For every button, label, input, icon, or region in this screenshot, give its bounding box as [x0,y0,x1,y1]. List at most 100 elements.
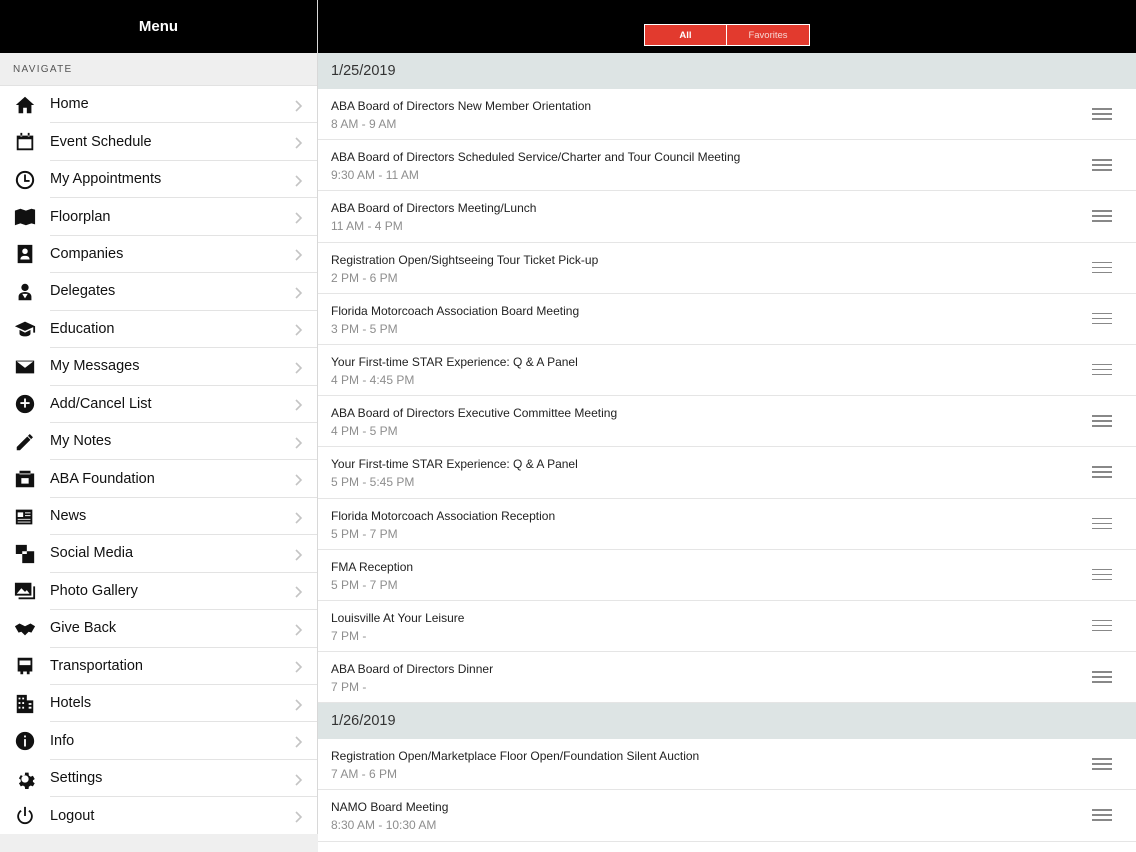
tab-favorites[interactable]: Favorites [727,24,810,46]
building-icon [0,685,50,722]
event-row[interactable]: Registration Open/Marketplace Floor Open… [318,739,1136,791]
event-row[interactable]: NAMO Board Meeting 8:30 AM - 10:30 AM [318,790,1136,842]
sidebar-item-label: Give Back [50,610,317,648]
event-time: 9:30 AM - 11 AM [331,168,419,183]
event-title: ABA Board of Directors Executive Committ… [331,406,618,421]
sidebar-item-settings[interactable]: Settings [0,760,317,798]
sidebar-item-label: Settings [50,760,317,798]
sidebar-item-aba-foundation[interactable]: ABA Foundation [0,460,317,498]
event-time: 11 AM - 4 PM [331,219,403,234]
event-title: Registration Open/Sightseeing Tour Ticke… [331,252,599,267]
sidebar-item-label: Floorplan [50,198,317,236]
sidebar-item-my-messages[interactable]: My Messages [0,348,317,386]
event-title: Florida Motorcoach Association Reception [331,508,556,523]
sidebar-item-hotels[interactable]: Hotels [0,685,317,723]
sidebar-item-label: My Messages [50,348,317,386]
event-row[interactable]: Florida Motorcoach Association Reception… [318,499,1136,550]
chevron-right-icon [295,473,303,486]
event-title: ABA Board of Directors Meeting/Lunch [331,201,537,216]
reorder-handle-icon[interactable] [1092,758,1112,770]
sidebar-header: Menu [0,0,317,53]
event-time: 4 PM - 5 PM [331,424,398,439]
sidebar-item-social-media[interactable]: Social Media [0,535,317,573]
sidebar-item-label: Transportation [50,648,317,685]
power-icon [0,798,50,835]
sidebar-item-add-cancel-list[interactable]: Add/Cancel List [0,386,317,423]
reorder-handle-icon[interactable] [1092,108,1112,120]
home-icon [0,86,50,123]
reorder-handle-icon[interactable] [1092,159,1112,171]
sidebar-item-my-appointments[interactable]: My Appointments [0,161,317,199]
sidebar-item-label: Photo Gallery [50,573,317,611]
event-time: 8:30 AM - 10:30 AM [331,818,437,833]
chevron-right-icon [295,623,303,636]
schedule-list[interactable]: 1/25/2019 ABA Board of Directors New Memb… [318,53,1136,842]
sidebar-title: Menu [138,18,179,35]
sidebar-item-label: My Appointments [50,161,317,199]
event-title: Florida Motorcoach Association Board Mee… [331,303,580,318]
sidebar-item-label: Social Media [50,535,317,573]
sidebar-item-info[interactable]: Info [0,722,317,760]
event-row[interactable]: Registration Open/Sightseeing Tour Ticke… [318,243,1136,294]
sidebar-item-floorplan[interactable]: Floorplan [0,198,317,236]
reorder-handle-icon[interactable] [1092,671,1112,683]
sidebar-item-give-back[interactable]: Give Back [0,610,317,648]
reorder-handle-icon[interactable] [1092,809,1112,821]
sidebar-footer [0,834,318,852]
sidebar-item-label: Delegates [50,273,317,311]
event-row[interactable]: Your First-time STAR Experience: Q & A P… [318,447,1136,499]
event-time: 3 PM - 5 PM [331,321,398,336]
chevron-right-icon [295,174,303,187]
event-time: 5 PM - 7 PM [331,526,398,541]
event-time: 7 PM - [331,680,367,695]
event-row[interactable]: Your First-time STAR Experience: Q & A P… [318,345,1136,397]
sidebar-item-companies[interactable]: Companies [0,236,317,274]
sidebar-item-delegates[interactable]: Delegates [0,273,317,311]
event-row[interactable]: ABA Board of Directors Dinner 7 PM - [318,652,1136,704]
event-title: NAMO Board Meeting [331,800,449,815]
address-book-icon [0,236,50,273]
reorder-handle-icon[interactable] [1092,619,1112,632]
event-row[interactable]: ABA Board of Directors Meeting/Lunch 11 A… [318,191,1136,243]
event-row[interactable]: Florida Motorcoach Association Board Mee… [318,294,1136,345]
sidebar-item-logout[interactable]: Logout [0,797,317,834]
reorder-handle-icon[interactable] [1092,363,1112,376]
photo-gallery-icon [0,573,50,610]
reorder-handle-icon[interactable] [1092,466,1112,478]
chevron-right-icon [295,735,303,748]
pencil-icon [0,423,50,460]
reorder-handle-icon[interactable] [1092,312,1112,325]
reorder-handle-icon[interactable] [1092,261,1112,274]
sidebar-item-my-notes[interactable]: My Notes [0,423,317,461]
sidebar-item-education[interactable]: Education [0,311,317,349]
chevron-right-icon [295,248,303,262]
event-row[interactable]: ABA Board of Directors Executive Committ… [318,396,1136,448]
reorder-handle-icon[interactable] [1092,568,1112,581]
chevron-right-icon [295,286,303,299]
add-cancel-icon [0,386,50,423]
sidebar-item-home[interactable]: Home [0,86,317,124]
sidebar-item-photo-gallery[interactable]: Photo Gallery [0,573,317,611]
sidebar-item-label: Home [50,86,317,124]
sidebar-item-event-schedule[interactable]: Event Schedule [0,123,317,161]
reorder-handle-icon[interactable] [1092,517,1112,530]
sidebar-item-label: My Notes [50,423,317,461]
event-row[interactable]: ABA Board of Directors New Member Orient… [318,89,1136,141]
tab-all[interactable]: All [644,24,727,46]
event-time: 7 PM - [331,628,367,643]
sidebar-menu: Menu NAVIGATE Home Event Schedule My Appoi… [0,0,318,852]
reorder-handle-icon[interactable] [1092,210,1112,222]
event-row[interactable]: FMA Reception 5 PM - 7 PM [318,550,1136,601]
event-row[interactable]: Louisville At Your Leisure 7 PM - [318,601,1136,653]
sidebar-item-transportation[interactable]: Transportation [0,648,317,685]
graduation-cap-icon [0,311,50,348]
event-time: 5 PM - 7 PM [331,577,398,592]
reorder-handle-icon[interactable] [1092,415,1112,427]
calendar-icon [0,124,50,161]
chevron-right-icon [295,548,303,561]
top-bar: All Favorites [318,0,1136,53]
event-row[interactable]: ABA Board of Directors Scheduled Service… [318,140,1136,192]
sidebar-item-news[interactable]: News [0,498,317,536]
event-title: ABA Board of Directors New Member Orient… [331,99,592,113]
clock-icon [0,161,50,198]
